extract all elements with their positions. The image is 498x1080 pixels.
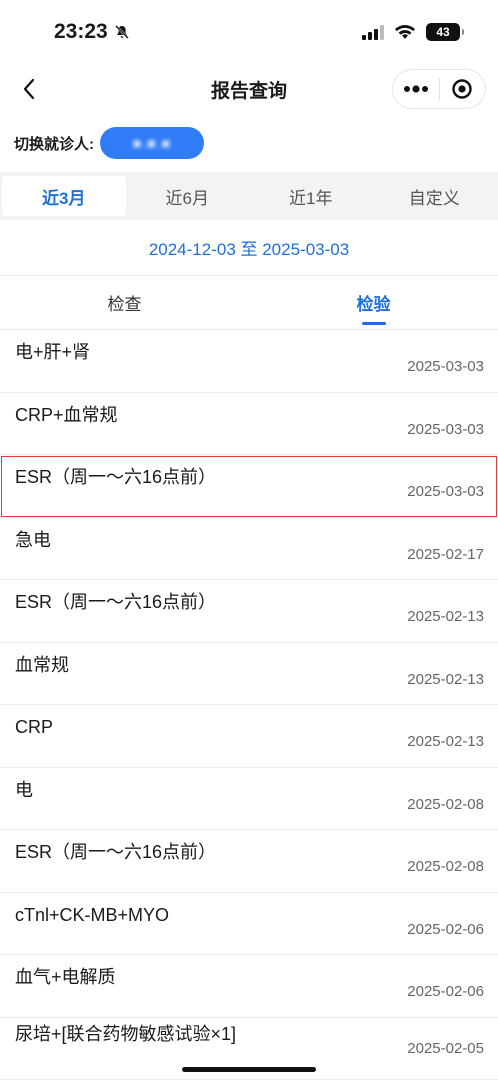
- report-date: 2025-02-05: [407, 1039, 484, 1057]
- chevron-left-icon: [23, 78, 35, 100]
- battery-level: 43: [436, 25, 450, 39]
- report-row[interactable]: 血常规 2025-02-13: [0, 643, 498, 705]
- report-date: 2025-02-06: [407, 983, 484, 1000]
- report-date: 2025-02-13: [407, 670, 484, 688]
- report-row[interactable]: 电 2025-02-08: [0, 768, 498, 830]
- patient-name: ■.■.■: [132, 135, 172, 151]
- patient-selector-button[interactable]: ■.■.■: [100, 127, 204, 159]
- report-date: 2025-03-03: [407, 483, 484, 500]
- report-name: ESR（周一～六16点前）: [15, 592, 217, 612]
- patient-switcher: 切换就诊人: ■.■.■: [0, 114, 498, 172]
- home-indicator[interactable]: [182, 1067, 316, 1072]
- wifi-icon: [395, 25, 415, 39]
- more-dots-icon: [403, 85, 428, 93]
- report-row[interactable]: cTnl+CK-MB+MYO 2025-02-06: [0, 893, 498, 955]
- period-option-1-year[interactable]: 近1年: [249, 176, 373, 216]
- report-name: 电+肝+肾: [15, 342, 91, 362]
- back-button[interactable]: [14, 72, 44, 106]
- report-row[interactable]: 血气+电解质 2025-02-06: [0, 955, 498, 1018]
- period-filter: 近3月 近6月 近1年 自定义: [0, 172, 498, 220]
- report-name: 电: [15, 779, 33, 800]
- tab-lab-test[interactable]: 检验: [249, 276, 498, 329]
- report-name: 血气+电解质: [15, 967, 116, 987]
- more-button[interactable]: [393, 70, 439, 108]
- report-name: ESR（周一～六16点前）: [15, 467, 217, 487]
- status-bar: 23:23 43: [0, 0, 498, 64]
- period-option-6-months[interactable]: 近6月: [126, 176, 250, 216]
- report-row[interactable]: ESR（周一～六16点前） 2025-02-08: [0, 830, 498, 893]
- report-date: 2025-02-13: [407, 733, 484, 750]
- report-date: 2025-02-06: [407, 920, 484, 938]
- mini-program-capsule: [392, 69, 486, 109]
- report-name: 血常规: [15, 654, 69, 675]
- report-row[interactable]: ESR（周一～六16点前） 2025-02-13: [0, 580, 498, 643]
- report-date: 2025-03-03: [407, 420, 484, 438]
- status-time: 23:23: [54, 20, 130, 44]
- tab-examination[interactable]: 检查: [0, 276, 249, 329]
- page-title: 报告查询: [210, 80, 287, 102]
- report-row[interactable]: CRP 2025-02-13: [0, 705, 498, 768]
- silent-bell-icon: [114, 25, 129, 39]
- report-name: cTnl+CK-MB+MYO: [15, 904, 170, 925]
- close-mini-program-button[interactable]: [440, 70, 486, 108]
- navigation-bar: 报告查询: [0, 64, 498, 114]
- report-date: 2025-02-08: [407, 795, 484, 813]
- report-date: 2025-02-08: [407, 858, 484, 875]
- report-name: CRP: [15, 717, 54, 737]
- clock: 23:23: [54, 20, 108, 43]
- report-row[interactable]: 急电 2025-02-17: [0, 518, 498, 580]
- period-option-3-months[interactable]: 近3月: [2, 176, 126, 216]
- report-date: 2025-02-17: [407, 545, 484, 563]
- report-name: 急电: [15, 529, 51, 550]
- report-date: 2025-02-13: [407, 608, 484, 625]
- report-type-tabs: 检查 检验: [0, 276, 498, 330]
- report-row[interactable]: CRP+血常规 2025-03-03: [0, 393, 498, 455]
- date-range: 2024-12-03 至 2025-03-03: [0, 220, 498, 276]
- report-name: ESR（周一～六16点前）: [15, 842, 217, 862]
- cellular-signal-icon: [362, 24, 384, 40]
- report-row-highlighted[interactable]: ESR（周一～六16点前） 2025-03-03: [0, 455, 498, 518]
- battery-icon: 43: [426, 23, 464, 41]
- report-row[interactable]: 电+肝+肾 2025-03-03: [0, 330, 498, 393]
- report-name: 尿培+[联合药物敏感试验×1]: [15, 1023, 237, 1044]
- report-date: 2025-03-03: [407, 358, 484, 375]
- status-indicators: 43: [362, 23, 464, 41]
- period-option-custom[interactable]: 自定义: [373, 176, 497, 216]
- target-circle-icon: [452, 79, 472, 99]
- report-name: CRP+血常规: [15, 404, 118, 425]
- switch-patient-label: 切换就诊人:: [14, 135, 94, 153]
- report-list: 电+肝+肾 2025-03-03 CRP+血常规 2025-03-03 ESR（…: [0, 330, 498, 1080]
